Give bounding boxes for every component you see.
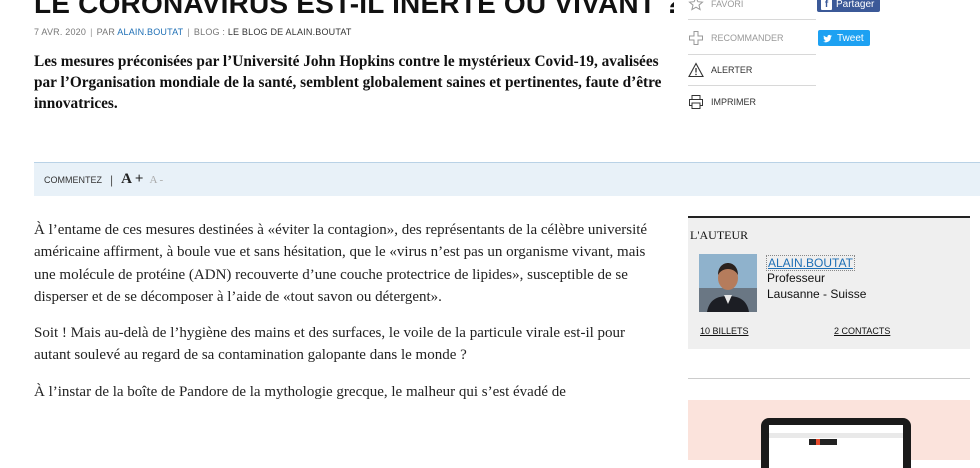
author-box: L'AUTEUR ALAIN.BOUTAT Professeur Lausann… [688,216,970,349]
article-toolbar: COMMENTEZ | A + A - [34,162,980,196]
promo-banner[interactable] [688,400,970,468]
article-paragraph: Soit ! Mais au-delà de l’hygiène des mai… [34,325,626,364]
facebook-share-label: Partager [836,0,875,10]
recommander-label: RECOMMANDER [711,33,784,43]
imprimer-label: IMPRIMER [711,97,756,107]
font-increase-button[interactable]: A + [121,171,143,188]
font-decrease-button[interactable]: A - [149,174,163,186]
author-contacts-link[interactable]: 2 CONTACTS [834,326,890,336]
alerter-action[interactable]: ALERTER [688,60,752,80]
meta-author-link[interactable]: ALAIN.BOUTAT [117,27,183,37]
twitter-bird-icon [823,34,832,42]
toolbar-separator: | [110,172,114,187]
alerter-label: ALERTER [711,65,753,75]
author-avatar[interactable] [699,254,757,312]
warning-icon [688,62,704,78]
comment-link[interactable]: COMMENTEZ [44,175,102,185]
facebook-icon: f [821,0,832,10]
recommander-action[interactable]: RECOMMANDER [688,28,784,48]
action-divider [688,85,816,86]
favori-action[interactable]: FAVORI [688,0,743,14]
author-role: Professeur [767,271,826,285]
meta-blog-prefix: BLOG : [193,27,226,37]
action-divider [688,54,816,55]
meta-by-prefix: PAR [96,27,116,37]
sidebar-divider [688,378,970,379]
action-divider [688,19,816,20]
plus-cross-icon [689,31,703,45]
printer-icon [689,95,703,109]
promo-tablet-screen [769,425,903,468]
article-meta: 7 AVR. 2020 | PAR ALAIN.BOUTAT | BLOG : LE B… [34,27,352,37]
author-posts-link[interactable]: 10 BILLETS [700,326,749,336]
twitter-tweet-label: Tweet [837,32,864,44]
star-icon [688,0,704,11]
article-lead: Les mesures préconisées par l’Université… [34,53,662,112]
promo-tablet-navbar [769,433,903,438]
imprimer-action[interactable]: IMPRIMER [688,92,756,112]
article-paragraph: À l’instar de la boîte de Pandore de la … [34,383,566,400]
article-paragraph: À l’entame de ces mesures destinées à «é… [34,222,648,305]
author-portrait-image [699,254,757,312]
author-location: Lausanne - Suisse [767,287,867,301]
article-body: À l’entame de ces mesures destinées à «é… [34,219,654,417]
article-headline: LE CORONAVIRUS EST-IL INERTE OU VIVANT ? [34,0,674,19]
author-box-title: L'AUTEUR [690,228,749,242]
promo-logo-image [809,439,837,445]
facebook-share-button[interactable]: f Partager [817,0,881,12]
twitter-tweet-button[interactable]: Tweet [818,30,870,46]
meta-separator: | [187,27,190,37]
article-date: 7 AVR. 2020 [34,27,87,37]
promo-tablet-image [761,418,911,468]
author-name-link[interactable]: ALAIN.BOUTAT [766,255,855,271]
meta-separator: | [90,27,93,37]
favori-label: FAVORI [711,0,744,9]
meta-blog-link[interactable]: LE BLOG DE ALAIN.BOUTAT [228,27,352,37]
